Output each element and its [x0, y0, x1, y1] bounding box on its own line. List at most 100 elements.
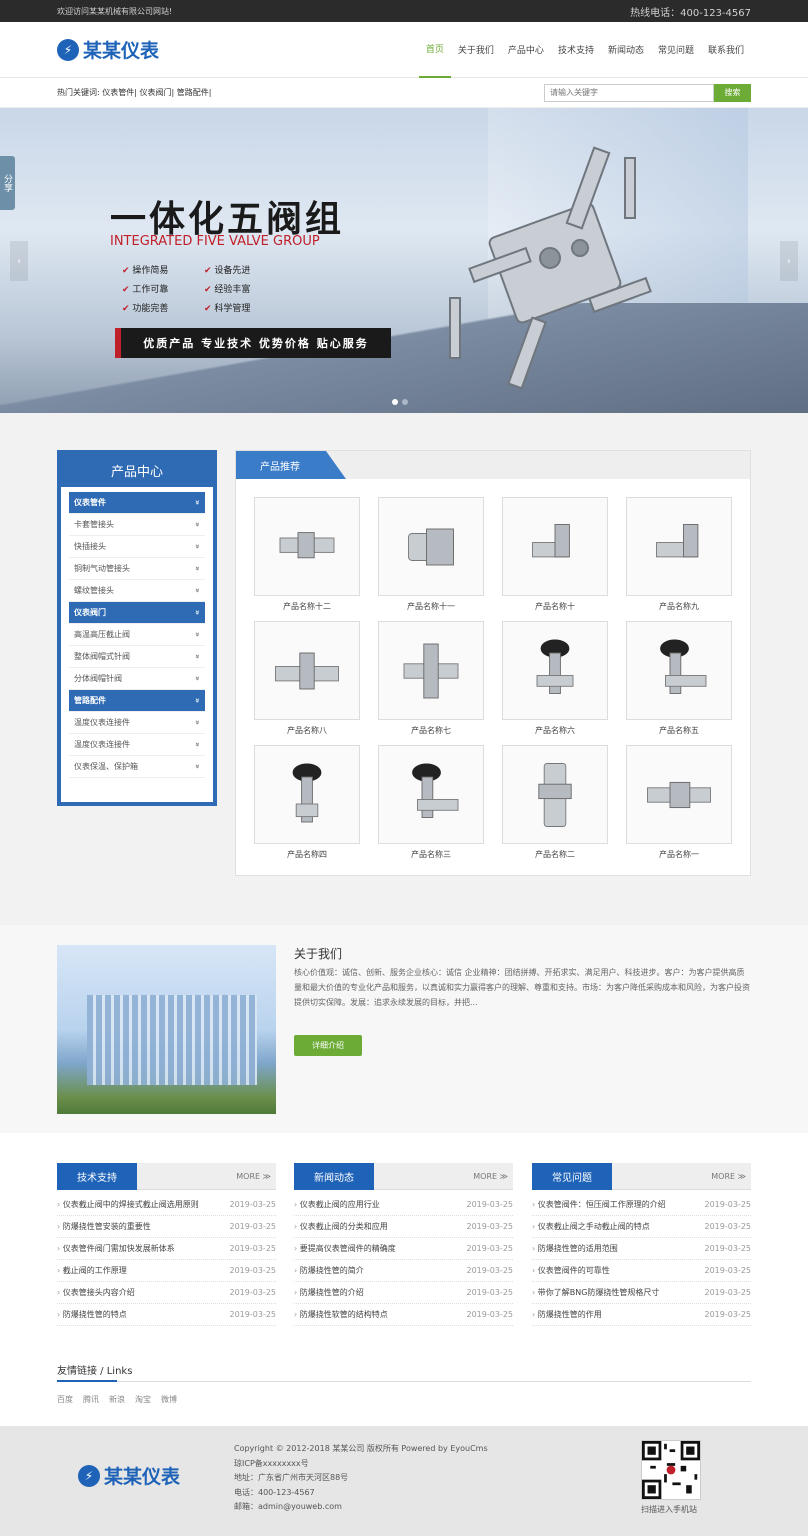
product-name[interactable]: 产品名称四: [254, 849, 360, 860]
share-button[interactable]: 分享: [0, 156, 15, 210]
banner-next-arrow[interactable]: ›: [780, 241, 798, 281]
search-input[interactable]: [544, 83, 714, 102]
news-item[interactable]: 仪表截止阀之手动截止阀的特点 2019-03-25: [532, 1216, 751, 1238]
more-link[interactable]: MORE ≫: [473, 1172, 513, 1181]
news-item[interactable]: 防爆挠性管的作用 2019-03-25: [532, 1304, 751, 1326]
friend-link[interactable]: 腾讯: [83, 1394, 99, 1405]
product-image[interactable]: [502, 497, 608, 596]
product-name[interactable]: 产品名称一: [626, 849, 732, 860]
about-more-button[interactable]: 详细介绍: [294, 1035, 362, 1056]
product-card[interactable]: 产品名称三: [378, 745, 484, 869]
sidebar-item[interactable]: 卡套管接头: [69, 514, 205, 536]
product-card[interactable]: 产品名称二: [502, 745, 608, 869]
news-title[interactable]: 仪表管接头内容介绍: [57, 1287, 135, 1298]
sidebar-item[interactable]: 温度仪表连接件: [69, 734, 205, 756]
sidebar-item[interactable]: 螺纹管接头: [69, 580, 205, 602]
site-logo[interactable]: ⚡ 某某仪表: [57, 36, 159, 63]
news-title[interactable]: 防爆挠性管的介绍: [294, 1287, 364, 1298]
news-title[interactable]: 防爆挠性软管的结构特点: [294, 1309, 388, 1320]
sidebar-item[interactable]: 高温高压截止阀: [69, 624, 205, 646]
news-item[interactable]: 截止阀的工作原理 2019-03-25: [57, 1260, 276, 1282]
product-card[interactable]: 产品名称十: [502, 497, 608, 621]
news-title[interactable]: 要提高仪表管阀件的精确度: [294, 1243, 396, 1254]
news-title[interactable]: 防爆挠性管的简介: [294, 1265, 364, 1276]
column-title[interactable]: 技术支持: [57, 1162, 137, 1190]
more-link[interactable]: MORE ≫: [711, 1172, 751, 1181]
product-image[interactable]: [378, 497, 484, 596]
news-item[interactable]: 防爆挠性管安装的重要性 2019-03-25: [57, 1216, 276, 1238]
product-card[interactable]: 产品名称七: [378, 621, 484, 745]
sidebar-category[interactable]: 仪表阀门: [69, 602, 205, 624]
news-title[interactable]: 仪表截止阀之手动截止阀的特点: [532, 1221, 650, 1232]
sidebar-item[interactable]: 分体阀帽针阀: [69, 668, 205, 690]
nav-home[interactable]: 首页: [418, 22, 451, 78]
news-title[interactable]: 防爆挠性管的特点: [57, 1309, 127, 1320]
product-name[interactable]: 产品名称十: [502, 601, 608, 612]
news-title[interactable]: 仪表管阀件：恒压阀工作原理的介绍: [532, 1199, 666, 1210]
nav-about[interactable]: 关于我们: [451, 22, 501, 78]
product-card[interactable]: 产品名称九: [626, 497, 732, 621]
product-name[interactable]: 产品名称五: [626, 725, 732, 736]
product-card[interactable]: 产品名称一: [626, 745, 732, 869]
product-image[interactable]: [626, 621, 732, 720]
footer-logo[interactable]: ⚡ 某某仪表: [78, 1462, 180, 1489]
friend-link[interactable]: 百度: [57, 1394, 73, 1405]
news-title[interactable]: 防爆挠性管的作用: [532, 1309, 602, 1320]
news-title[interactable]: 仪表截止阀的应用行业: [294, 1199, 380, 1210]
product-name[interactable]: 产品名称七: [378, 725, 484, 736]
more-link[interactable]: MORE ≫: [236, 1172, 276, 1181]
banner-prev-arrow[interactable]: ‹: [10, 241, 28, 281]
product-image[interactable]: [626, 497, 732, 596]
nav-faq[interactable]: 常见问题: [651, 22, 701, 78]
news-title[interactable]: 截止阀的工作原理: [57, 1265, 127, 1276]
product-name[interactable]: 产品名称十二: [254, 601, 360, 612]
product-name[interactable]: 产品名称十一: [378, 601, 484, 612]
news-item[interactable]: 仪表截止阀的分类和应用 2019-03-25: [294, 1216, 513, 1238]
nav-tech[interactable]: 技术支持: [551, 22, 601, 78]
product-image[interactable]: [378, 745, 484, 844]
product-card[interactable]: 产品名称八: [254, 621, 360, 745]
news-item[interactable]: 防爆挠性管的简介 2019-03-25: [294, 1260, 513, 1282]
news-item[interactable]: 仪表截止阀中的焊接式截止阀选用原则 2019-03-25: [57, 1194, 276, 1216]
news-item[interactable]: 防爆挠性管的适用范围 2019-03-25: [532, 1238, 751, 1260]
product-name[interactable]: 产品名称三: [378, 849, 484, 860]
banner-dot[interactable]: [392, 399, 398, 405]
product-name[interactable]: 产品名称八: [254, 725, 360, 736]
news-item[interactable]: 仪表截止阀的应用行业 2019-03-25: [294, 1194, 513, 1216]
news-title[interactable]: 仪表截止阀中的焊接式截止阀选用原则: [57, 1199, 199, 1210]
product-name[interactable]: 产品名称六: [502, 725, 608, 736]
product-image[interactable]: [254, 621, 360, 720]
product-name[interactable]: 产品名称九: [626, 601, 732, 612]
nav-products[interactable]: 产品中心: [501, 22, 551, 78]
news-item[interactable]: 仪表管接头内容介绍 2019-03-25: [57, 1282, 276, 1304]
icp[interactable]: 琼ICP备xxxxxxxx号: [234, 1457, 488, 1472]
news-item[interactable]: 仪表管件阀门需加快发展新体系 2019-03-25: [57, 1238, 276, 1260]
news-title[interactable]: 仪表管阀件的可靠性: [532, 1265, 610, 1276]
sidebar-item[interactable]: 仪表保温、保护箱: [69, 756, 205, 778]
sidebar-category[interactable]: 管路配件: [69, 690, 205, 712]
sidebar-item[interactable]: 整体阀帽式针阀: [69, 646, 205, 668]
product-image[interactable]: [626, 745, 732, 844]
product-card[interactable]: 产品名称四: [254, 745, 360, 869]
nav-contact[interactable]: 联系我们: [701, 22, 751, 78]
search-button[interactable]: 搜索: [714, 83, 751, 102]
product-image[interactable]: [378, 621, 484, 720]
sidebar-item[interactable]: 温度仪表连接件: [69, 712, 205, 734]
product-card[interactable]: 产品名称十一: [378, 497, 484, 621]
sidebar-item[interactable]: 铜制气动管接头: [69, 558, 205, 580]
column-title[interactable]: 常见问题: [532, 1162, 612, 1190]
product-image[interactable]: [502, 745, 608, 844]
news-title[interactable]: 仪表截止阀的分类和应用: [294, 1221, 388, 1232]
news-item[interactable]: 仪表管阀件：恒压阀工作原理的介绍 2019-03-25: [532, 1194, 751, 1216]
banner-dot[interactable]: [402, 399, 408, 405]
product-card[interactable]: 产品名称五: [626, 621, 732, 745]
product-card[interactable]: 产品名称六: [502, 621, 608, 745]
product-image[interactable]: [254, 745, 360, 844]
news-item[interactable]: 防爆挠性软管的结构特点 2019-03-25: [294, 1304, 513, 1326]
column-title[interactable]: 新闻动态: [294, 1162, 374, 1190]
product-image[interactable]: [502, 621, 608, 720]
product-image[interactable]: [254, 497, 360, 596]
news-title[interactable]: 带你了解BNG防爆挠性管规格尺寸: [532, 1287, 660, 1298]
news-title[interactable]: 防爆挠性管安装的重要性: [57, 1221, 151, 1232]
news-title[interactable]: 仪表管件阀门需加快发展新体系: [57, 1243, 175, 1254]
